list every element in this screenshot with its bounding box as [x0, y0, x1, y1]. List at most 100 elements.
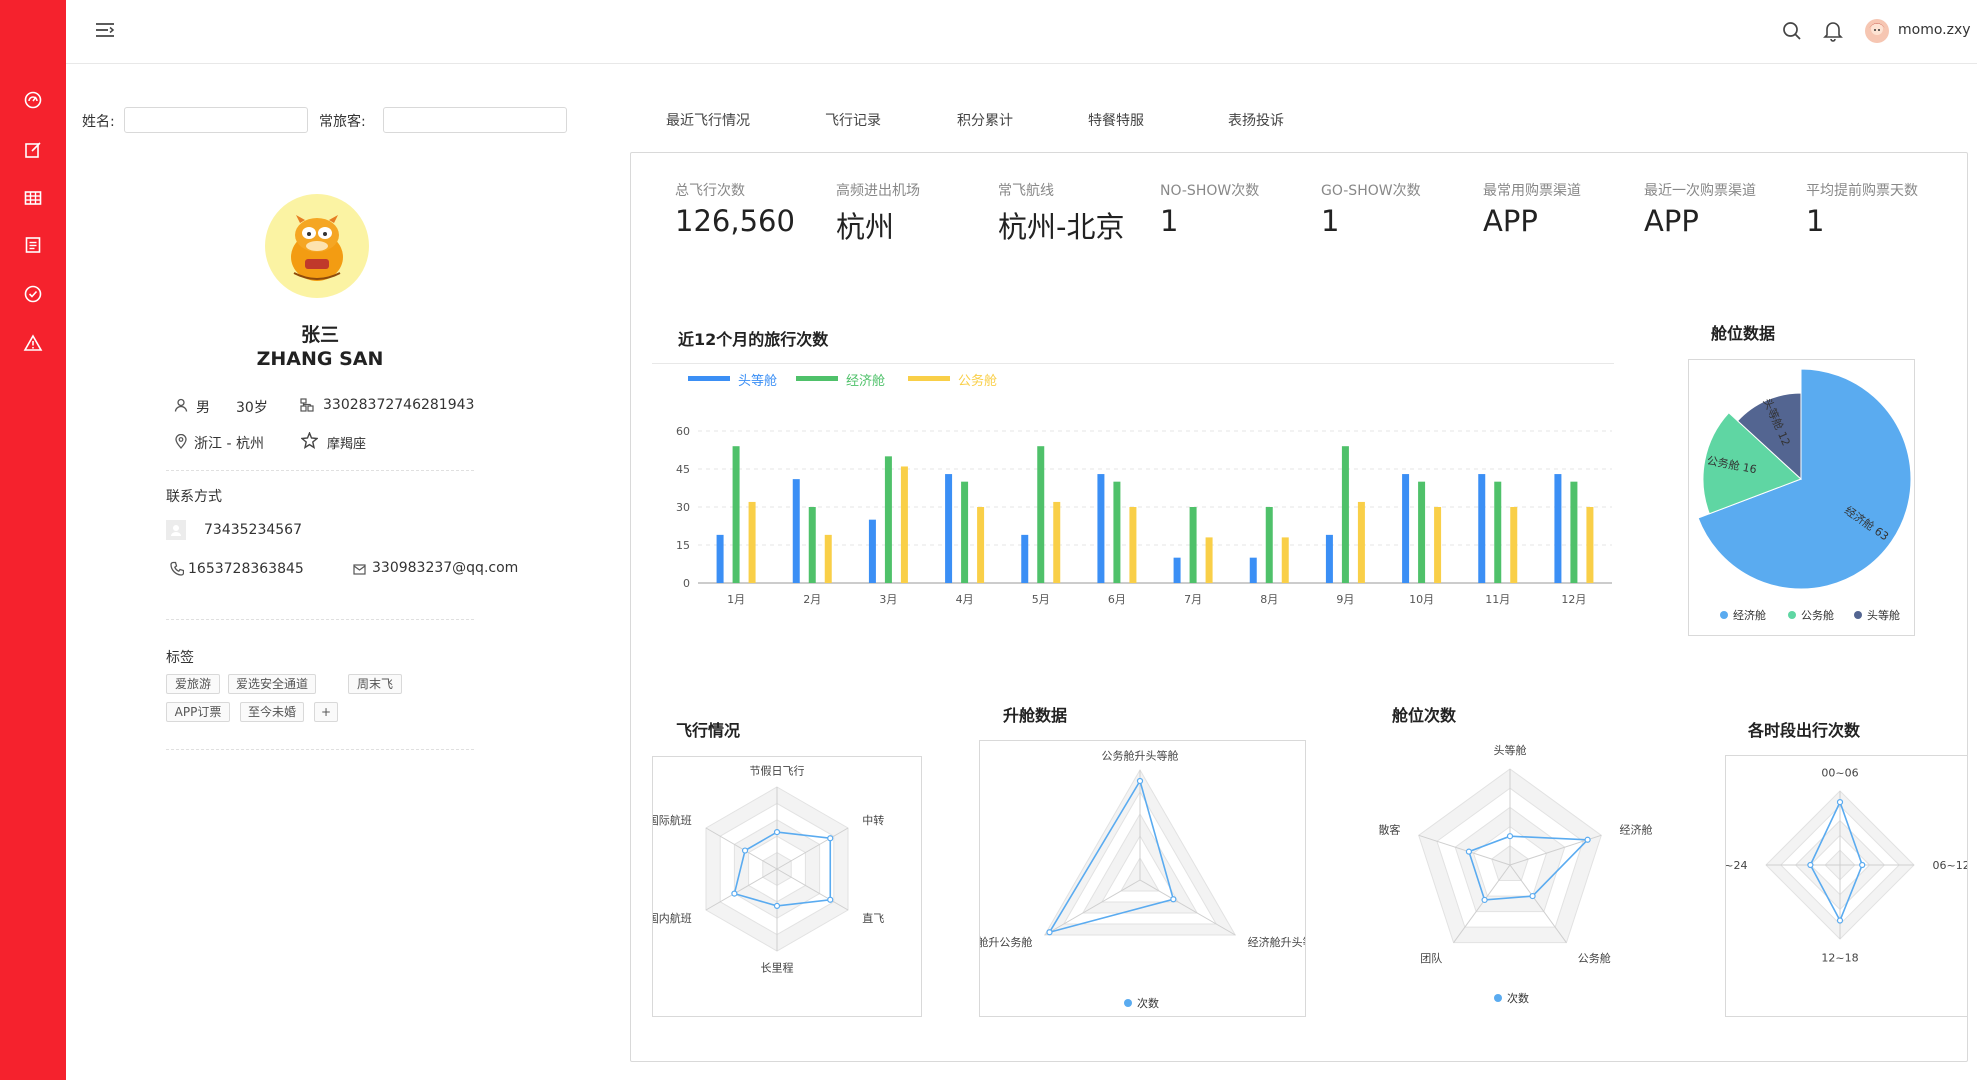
search-icon[interactable]	[1782, 21, 1802, 41]
table-icon[interactable]	[23, 188, 43, 208]
bar[interactable]	[1281, 537, 1289, 583]
contact-title: 联系方式	[166, 489, 222, 505]
legend-swatch[interactable]	[1788, 611, 1796, 619]
legend-label[interactable]: 公务舱	[1801, 608, 1834, 622]
menu-fold-icon[interactable]	[94, 21, 116, 39]
bar[interactable]	[1021, 534, 1029, 583]
radar-indicator-label: 头等舱	[1494, 743, 1527, 757]
bar[interactable]	[1189, 507, 1197, 583]
legend-label[interactable]: 头等舱	[1867, 608, 1900, 622]
legend-label[interactable]: 次数	[1507, 991, 1529, 1005]
legend-label[interactable]: 经济舱	[846, 374, 885, 389]
bar[interactable]	[1053, 501, 1061, 583]
bell-icon[interactable]	[1823, 20, 1843, 42]
bar[interactable]	[1265, 507, 1273, 583]
bar[interactable]	[1494, 481, 1502, 583]
radar-upgrade-chart: 公务舱升头等舱经济舱升头等舱 经济舱升公务舱次数	[980, 749, 1305, 1010]
bar[interactable]	[1037, 446, 1045, 583]
bar[interactable]	[1325, 534, 1333, 583]
warning-icon[interactable]	[23, 333, 43, 353]
bar[interactable]	[1097, 474, 1105, 583]
radar-point[interactable]	[773, 828, 781, 836]
bar[interactable]	[732, 446, 740, 583]
radar-point[interactable]	[827, 896, 834, 903]
tag-item[interactable]: 周末飞	[348, 674, 402, 694]
tag-item[interactable]: 爱选安全通道	[228, 674, 316, 694]
list-icon[interactable]	[23, 235, 43, 255]
tab-complaints[interactable]: 表扬投诉	[1228, 110, 1284, 130]
bar[interactable]	[1434, 507, 1442, 583]
x-tick-label: 11月	[1485, 593, 1510, 606]
bar[interactable]	[900, 466, 908, 583]
radar-point[interactable]	[1481, 896, 1488, 904]
legend-swatch[interactable]	[1720, 611, 1728, 619]
bar[interactable]	[1357, 501, 1365, 583]
bar[interactable]	[1586, 507, 1594, 583]
radar-point[interactable]	[741, 847, 749, 854]
bar[interactable]	[1129, 507, 1137, 583]
bar[interactable]	[884, 456, 892, 583]
bar[interactable]	[1249, 557, 1257, 583]
tag-item[interactable]: APP订票	[166, 702, 230, 722]
radar-point[interactable]	[773, 902, 781, 909]
radar-point[interactable]	[1046, 929, 1053, 936]
bar[interactable]	[1478, 474, 1486, 583]
radar-point[interactable]	[1836, 798, 1844, 806]
bar[interactable]	[868, 519, 876, 583]
bar[interactable]	[1418, 481, 1426, 583]
tab-recent-flights[interactable]: 最近飞行情况	[666, 110, 750, 130]
legend-label[interactable]: 头等舱	[738, 373, 777, 389]
bar[interactable]	[792, 479, 800, 583]
avatar[interactable]	[1864, 18, 1890, 44]
radar-point[interactable]	[1807, 861, 1814, 869]
bar[interactable]	[716, 534, 724, 583]
name-input[interactable]	[124, 107, 308, 133]
legend-label[interactable]: 公务舱	[958, 373, 997, 389]
bar[interactable]	[1113, 481, 1121, 583]
legend-swatch[interactable]	[908, 376, 950, 381]
legend-swatch[interactable]	[796, 376, 838, 381]
bar[interactable]	[1341, 446, 1349, 583]
bar[interactable]	[1205, 537, 1213, 583]
bar[interactable]	[808, 507, 816, 583]
bar[interactable]	[1173, 557, 1181, 583]
radar-point[interactable]	[1170, 896, 1177, 903]
tag-item[interactable]: 至今未婚	[240, 702, 304, 722]
bar[interactable]	[1510, 507, 1518, 583]
bar[interactable]	[748, 501, 756, 583]
legend-swatch[interactable]	[1124, 999, 1132, 1007]
radar-point[interactable]	[1859, 861, 1866, 869]
legend-label[interactable]: 次数	[1137, 996, 1159, 1010]
tab-flight-records[interactable]: 飞行记录	[825, 110, 881, 130]
radar-indicator-label: 00~06	[1821, 767, 1858, 780]
bar[interactable]	[824, 534, 832, 583]
username[interactable]: momo.zxy	[1898, 22, 1971, 38]
radar-point[interactable]	[1465, 848, 1473, 855]
tab-points[interactable]: 积分累计	[957, 110, 1013, 130]
bar[interactable]	[1554, 474, 1562, 583]
bar[interactable]	[945, 474, 953, 583]
divider	[166, 619, 474, 620]
legend-swatch[interactable]	[1854, 611, 1862, 619]
legend-label[interactable]: 经济舱	[1733, 608, 1766, 622]
add-tag-button[interactable]: +	[314, 702, 338, 722]
bar[interactable]	[1402, 474, 1410, 583]
radar-point[interactable]	[1136, 777, 1144, 785]
check-circle-icon[interactable]	[23, 284, 43, 304]
dashboard-icon[interactable]	[23, 90, 43, 110]
bar[interactable]	[1570, 481, 1578, 583]
tab-special-service[interactable]: 特餐特服	[1088, 110, 1144, 130]
tag-item[interactable]: 爱旅游	[166, 674, 220, 694]
radar-point[interactable]	[731, 890, 738, 897]
edit-icon[interactable]	[23, 140, 43, 160]
radar-point[interactable]	[1506, 833, 1514, 840]
bar[interactable]	[977, 507, 985, 583]
bar[interactable]	[961, 481, 969, 583]
radar-point[interactable]	[827, 835, 834, 842]
radar-point[interactable]	[1584, 836, 1591, 843]
frequent-flyer-input[interactable]	[383, 107, 567, 133]
radar-point[interactable]	[1529, 892, 1536, 900]
legend-swatch[interactable]	[688, 376, 730, 381]
legend-swatch[interactable]	[1494, 994, 1502, 1002]
radar-point[interactable]	[1836, 917, 1844, 924]
